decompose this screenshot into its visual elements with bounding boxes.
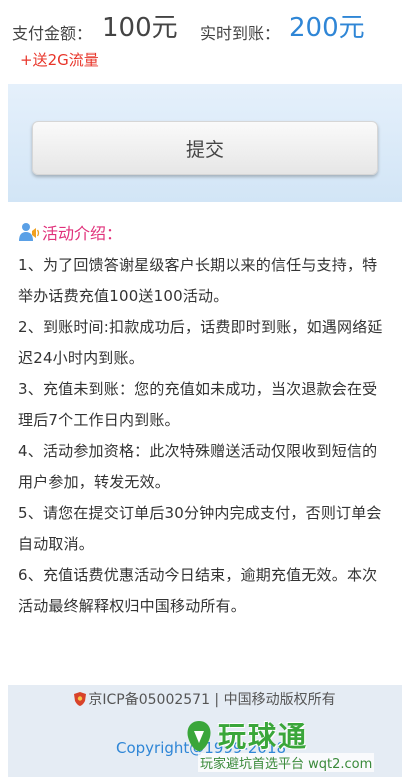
rule-item: 4、活动参加资格：此次特殊赠送活动仅限收到短信的用户参加，转发无效。 [18,442,378,491]
payment-summary: 支付金额： 100元 实时到账： 200元 +送2G流量 [0,0,410,84]
game-controller-logo-icon [187,721,211,751]
realtime-label: 实时到账： [200,24,281,43]
watermark-tagline: 玩家避坑首选平台 wqt2.com [198,753,375,772]
speaker-user-icon [19,223,40,241]
watermark-brand: 玩球通 [218,720,309,753]
icp-line: 京ICP备05002571 | 中国移动版权所有 [8,689,402,709]
intro-title: 活动介绍： [42,224,123,243]
submit-area: 提交 [8,84,402,202]
activity-intro: 活动介绍： 1、为了回馈答谢星级客户长期以来的信任与支持，特举办话费充值100送… [18,218,392,622]
rule-item: 2、到账时间:扣款成功后，话费即时到账，如遇网络延迟24小时内到账。 [18,318,383,367]
submit-button[interactable]: 提交 [32,121,378,175]
bonus-text: +送2G流量 [20,51,99,69]
rule-item: 5、请您在提交订单后30分钟内完成支付，否则订单会自动取消。 [18,504,382,553]
amount-label: 支付金额： [12,24,93,43]
site-watermark: 玩球通 玩家避坑首选平台 wqt2.com [182,715,410,777]
rule-item: 6、充值话费优惠活动今日结束，逾期充值无效。本次活动最终解释权归中国移动所有。 [18,566,378,615]
rules-list: 1、为了回馈答谢星级客户长期以来的信任与支持，特举办话费充值100送100活动。… [18,250,392,622]
rule-item: 3、充值未到账：您的充值如未成功，当次退款会在受理后7个工作日内到账。 [18,380,378,429]
rule-item: 1、为了回馈答谢星级客户长期以来的信任与支持，特举办话费充值100送100活动。 [18,256,378,305]
amount-value: 100元 [102,13,178,43]
police-badge-icon [74,692,87,706]
icp-text: 京ICP备05002571 | 中国移动版权所有 [88,692,336,708]
realtime-value: 200元 [289,13,365,43]
intro-header: 活动介绍： [18,218,392,246]
